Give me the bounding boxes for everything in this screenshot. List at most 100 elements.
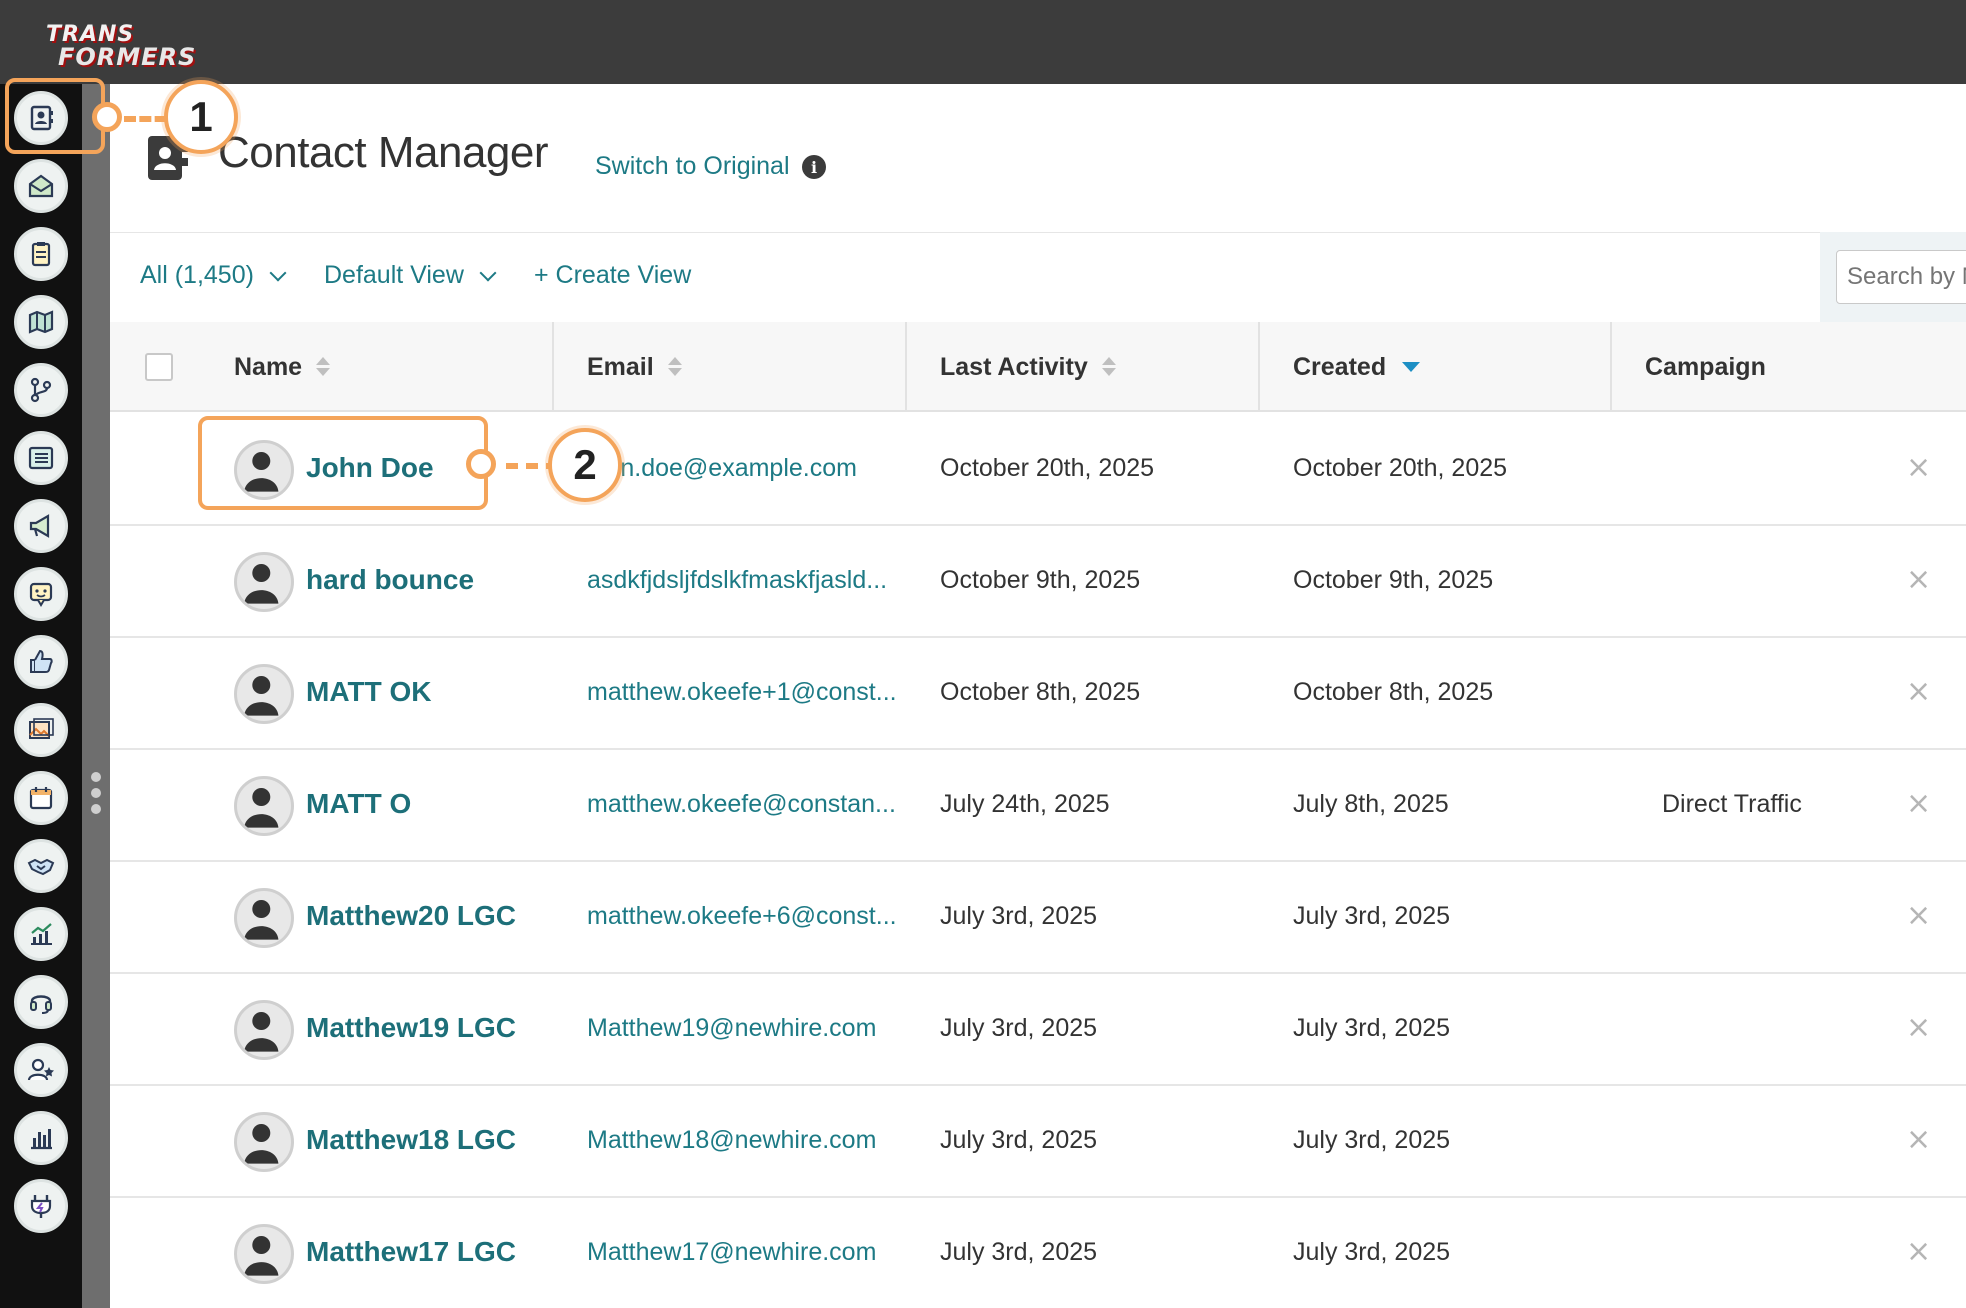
contact-name-link[interactable]: Matthew17 LGC (306, 1236, 516, 1268)
search-input[interactable] (1836, 250, 1966, 304)
sort-icon (1101, 357, 1116, 377)
contact-email-link[interactable]: john.doe@example.com (587, 454, 907, 483)
created-cell: October 8th, 2025 (1293, 678, 1494, 706)
sidebar-item-media[interactable] (14, 703, 68, 757)
sidebar-item-lists[interactable] (14, 431, 68, 485)
create-view-label: + Create View (534, 261, 692, 289)
avatar (234, 888, 294, 948)
contact-email-link[interactable]: matthew.okeefe+6@const... (587, 902, 907, 931)
app-logo[interactable]: TRANS FORMERS (18, 14, 208, 70)
avatar (234, 1112, 294, 1172)
table-row[interactable]: MATT O matthew.okeefe@constan... July 24… (110, 750, 1966, 862)
callout-highlight-sidebar (5, 78, 105, 154)
column-header-campaign-label: Campaign (1645, 352, 1766, 381)
created-cell: July 3rd, 2025 (1293, 1238, 1451, 1266)
remove-icon[interactable]: × (1906, 1010, 1931, 1045)
sidebar-item-forms[interactable] (14, 227, 68, 281)
contact-name-link[interactable]: MATT O (306, 788, 411, 820)
user-star-icon (27, 1058, 54, 1081)
contact-email-link[interactable]: asdkfjdsljfdslkfmaskfjasld... (587, 566, 907, 595)
person-silhouette-icon (244, 1012, 279, 1052)
column-resizer[interactable] (905, 322, 907, 412)
sidebar-item-support[interactable] (14, 975, 68, 1029)
created-cell: July 8th, 2025 (1293, 790, 1449, 818)
sidebar-item-calendar[interactable] (14, 771, 68, 825)
last-activity-cell: October 20th, 2025 (940, 454, 1155, 482)
column-header-email[interactable]: Email (587, 322, 682, 412)
sidebar-collapse-handle[interactable] (82, 84, 110, 1308)
sidebar-item-campaigns[interactable] (14, 499, 68, 553)
all-contacts-dropdown[interactable]: All (1,450) (140, 261, 287, 290)
table-row[interactable]: Matthew20 LGC matthew.okeefe+6@const... … (110, 862, 1966, 974)
select-all-checkbox[interactable] (145, 353, 173, 381)
table-row[interactable]: MATT OK matthew.okeefe+1@const... Octobe… (110, 638, 1966, 750)
remove-icon[interactable]: × (1906, 450, 1931, 485)
default-view-dropdown[interactable]: Default View (324, 261, 497, 290)
remove-icon[interactable]: × (1906, 1122, 1931, 1157)
column-header-name[interactable]: Name (234, 322, 331, 412)
column-header-email-label: Email (587, 352, 654, 381)
table-row[interactable]: Matthew19 LGC Matthew19@newhire.com July… (110, 974, 1966, 1086)
column-header-created[interactable]: Created (1293, 322, 1421, 412)
created-cell: July 3rd, 2025 (1293, 1126, 1451, 1154)
contact-name-link[interactable]: Matthew20 LGC (306, 900, 516, 932)
column-resizer[interactable] (552, 322, 554, 412)
table-row[interactable]: Matthew18 LGC Matthew18@newhire.com July… (110, 1086, 1966, 1198)
sort-icon (316, 357, 331, 377)
info-icon[interactable]: i (802, 155, 826, 179)
remove-icon[interactable]: × (1906, 1234, 1931, 1269)
calendar-icon (29, 787, 53, 810)
handshake-icon (27, 858, 55, 876)
column-header-last-activity[interactable]: Last Activity (940, 322, 1116, 412)
contact-email-link[interactable]: matthew.okeefe@constan... (587, 790, 907, 819)
sidebar-item-email[interactable] (14, 159, 68, 213)
sidebar-item-partners[interactable] (14, 839, 68, 893)
chevron-down-icon (479, 264, 497, 281)
list-icon (28, 446, 54, 470)
avatar (234, 552, 294, 612)
sort-icon (667, 357, 682, 377)
last-activity-cell: October 9th, 2025 (940, 566, 1141, 594)
remove-icon[interactable]: × (1906, 562, 1931, 597)
sidebar-item-map[interactable] (14, 295, 68, 349)
remove-icon[interactable]: × (1906, 898, 1931, 933)
megaphone-icon (29, 514, 50, 538)
column-resizer[interactable] (1610, 322, 1612, 412)
sidebar-item-integrations[interactable] (14, 1179, 68, 1233)
column-resizer[interactable] (1258, 322, 1260, 412)
sidebar-item-reports[interactable] (14, 1111, 68, 1165)
contact-name-link[interactable]: hard bounce (306, 564, 474, 596)
view-toolbar: All (1,450) Default View + Create View (110, 232, 1966, 322)
contact-name-link[interactable]: Matthew18 LGC (306, 1124, 516, 1156)
sidebar-item-analytics[interactable] (14, 907, 68, 961)
person-silhouette-icon (244, 1236, 279, 1276)
sidebar-item-workflows[interactable] (14, 363, 68, 417)
callout-badge-1: 1 (164, 80, 238, 154)
clipboard-icon (31, 242, 51, 267)
callout-highlight-contact (198, 416, 488, 510)
contact-email-link[interactable]: Matthew19@newhire.com (587, 1014, 907, 1043)
remove-icon[interactable]: × (1906, 674, 1931, 709)
contact-name-link[interactable]: MATT OK (306, 676, 431, 708)
image-gallery-icon (29, 718, 54, 739)
switch-to-original-link[interactable]: Switch to Original (595, 152, 790, 181)
table-row[interactable]: hard bounce asdkfjdsljfdslkfmaskfjasld..… (110, 526, 1966, 638)
contact-email-link[interactable]: Matthew17@newhire.com (587, 1238, 907, 1267)
remove-icon[interactable]: × (1906, 786, 1931, 821)
create-view-button[interactable]: + Create View (534, 261, 691, 290)
map-icon (28, 310, 54, 334)
sort-descending-icon (1402, 362, 1421, 372)
top-bar: TRANS FORMERS (0, 0, 1966, 84)
created-cell: October 20th, 2025 (1293, 454, 1508, 482)
person-silhouette-icon (244, 788, 279, 828)
contact-email-link[interactable]: matthew.okeefe+1@const... (587, 678, 907, 707)
sidebar-item-chat[interactable] (14, 567, 68, 621)
drag-handle-icon[interactable] (89, 772, 103, 820)
sidebar-item-users[interactable] (14, 1043, 68, 1097)
contact-name-link[interactable]: Matthew19 LGC (306, 1012, 516, 1044)
table-row[interactable]: Matthew17 LGC Matthew17@newhire.com July… (110, 1198, 1966, 1308)
sidebar-item-social[interactable] (14, 635, 68, 689)
column-header-campaign[interactable]: Campaign (1645, 322, 1766, 412)
contact-email-link[interactable]: Matthew18@newhire.com (587, 1126, 907, 1155)
campaign-cell: Direct Traffic (1662, 790, 1802, 818)
